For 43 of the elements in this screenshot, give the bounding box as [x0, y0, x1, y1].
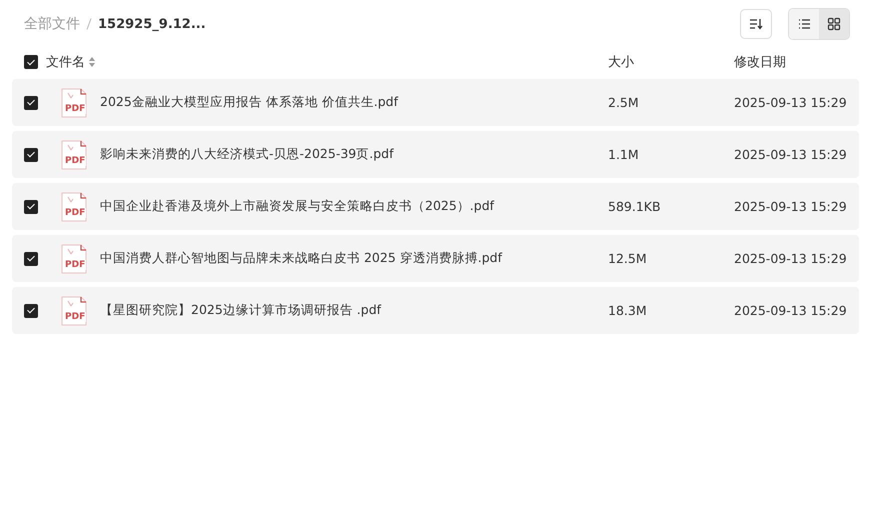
checkbox[interactable]: [24, 304, 38, 318]
file-name[interactable]: 影响未来消费的八大经济模式-贝恩-2025-39页.pdf: [100, 146, 608, 163]
checkbox[interactable]: [24, 148, 38, 162]
file-name[interactable]: 【星图研究院】2025边缘计算市场调研报告 .pdf: [100, 302, 608, 319]
file-name[interactable]: 中国企业赴香港及境外上市融资发展与安全策略白皮书（2025）.pdf: [100, 198, 608, 215]
modified-date: 2025-09-13 15:29: [734, 199, 848, 214]
sort-icon: [749, 18, 763, 30]
checkbox[interactable]: [24, 200, 38, 214]
modified-date: 2025-09-13 15:29: [734, 147, 848, 162]
breadcrumb-item[interactable]: 152925_9.12...: [98, 16, 206, 32]
sort-button[interactable]: [740, 9, 772, 39]
file-row[interactable]: PDF 影响未来消费的八大经济模式-贝恩-2025-39页.pdf 1.1M 2025-09-13 15:29: [12, 131, 859, 178]
file-row[interactable]: PDF 中国消费人群心智地图与品牌未来战略白皮书 2025 穿透消费脉搏.pdf 12.5M 2025-09-13 15:29: [12, 235, 859, 282]
modified-date: 2025-09-13 15:29: [734, 95, 848, 110]
list-view-button[interactable]: [789, 9, 819, 39]
file-row[interactable]: PDF 【星图研究院】2025边缘计算市场调研报告 .pdf 18.3M 2025-09-13 15:29: [12, 287, 859, 334]
file-size: 589.1KB: [608, 199, 662, 214]
list-icon: [797, 17, 811, 31]
breadcrumb-separator: [86, 18, 92, 30]
file-row[interactable]: PDF 2025金融业大模型应用报告 体系落地 价值共生.pdf 2.5M 2025-09-13 15:29: [12, 79, 859, 126]
column-header[interactable]: 修改日期: [734, 53, 859, 71]
sort-icon[interactable]: [89, 57, 95, 67]
checkbox[interactable]: [24, 96, 38, 110]
grid-icon: [827, 17, 841, 31]
file-row[interactable]: PDF 中国企业赴香港及境外上市融资发展与安全策略白皮书（2025）.pdf 589.1KB 2025-09-13 15:29: [12, 183, 859, 230]
modified-date: 2025-09-13 15:29: [734, 251, 848, 266]
checkbox[interactable]: [24, 55, 38, 69]
checkbox[interactable]: [24, 252, 38, 266]
pdf-file-icon: PDF: [61, 296, 87, 326]
file-size: 2.5M: [608, 95, 640, 110]
pdf-file-icon: PDF: [61, 244, 87, 274]
file-size: 12.5M: [608, 251, 648, 266]
file-size: 1.1M: [608, 147, 640, 162]
file-name[interactable]: 2025金融业大模型应用报告 体系落地 价值共生.pdf: [100, 94, 608, 111]
pdf-file-icon: PDF: [61, 88, 87, 118]
grid-view-button[interactable]: [819, 9, 849, 39]
modified-date: 2025-09-13 15:29: [734, 303, 848, 318]
column-header[interactable]: 大小: [608, 53, 734, 71]
pdf-file-icon: PDF: [61, 192, 87, 222]
file-name[interactable]: 中国消费人群心智地图与品牌未来战略白皮书 2025 穿透消费脉搏.pdf: [100, 250, 608, 267]
pdf-file-icon: PDF: [61, 140, 87, 170]
file-size: 18.3M: [608, 303, 648, 318]
column-header[interactable]: 文件名: [46, 53, 85, 71]
